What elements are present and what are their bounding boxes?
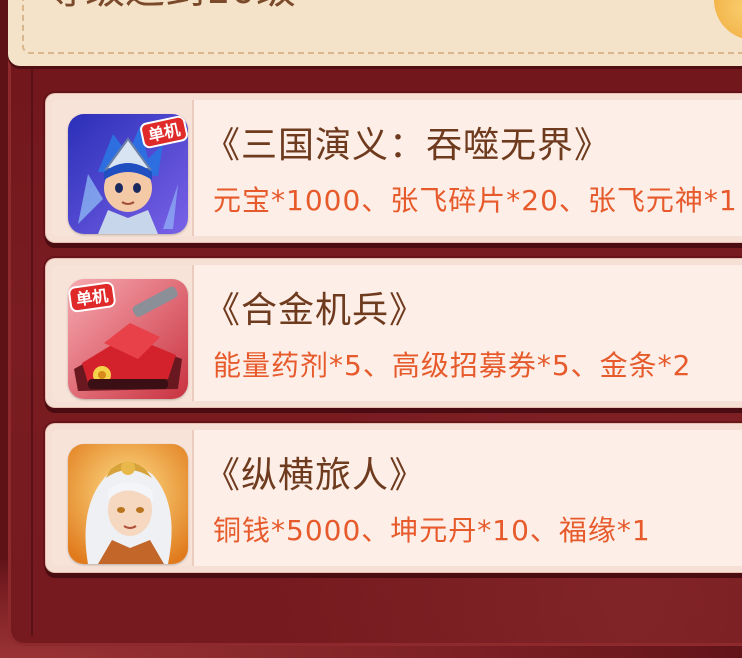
game-rewards: 元宝*1000、张飞碎片*20、张飞元神*1	[213, 184, 738, 217]
white-haired-hero-icon[interactable]	[68, 444, 188, 564]
game-icon-frame	[52, 430, 194, 566]
level-requirement-panel: 等级达到10级	[8, 0, 742, 66]
game-reward-card[interactable]: 单机 《三国演义：吞噬无界》 元宝*1000、张飞碎片*20、张飞元神*1	[45, 93, 742, 243]
game-icon-frame: 单机	[52, 265, 194, 401]
panel-divider	[31, 66, 33, 636]
requirement-text: 等级达到10级	[45, 0, 296, 10]
game-title: 《三国演义：吞噬无界》	[204, 125, 612, 166]
game-rewards: 铜钱*5000、坤元丹*10、福缘*1	[213, 514, 651, 547]
game-rewards: 能量药剂*5、高级招募券*5、金条*2	[213, 349, 692, 382]
three-kingdoms-hero-icon[interactable]: 单机	[68, 114, 188, 234]
game-title: 《纵横旅人》	[204, 455, 427, 496]
game-title: 《合金机兵》	[204, 290, 427, 331]
game-reward-card[interactable]: 《纵横旅人》 铜钱*5000、坤元丹*10、福缘*1	[45, 423, 742, 573]
red-tank-icon[interactable]: 单机	[68, 279, 188, 399]
game-icon-frame: 单机	[52, 100, 194, 236]
game-reward-card[interactable]: 单机 《合金机兵》 能量药剂*5、高级招募券*5、金条*2	[45, 258, 742, 408]
